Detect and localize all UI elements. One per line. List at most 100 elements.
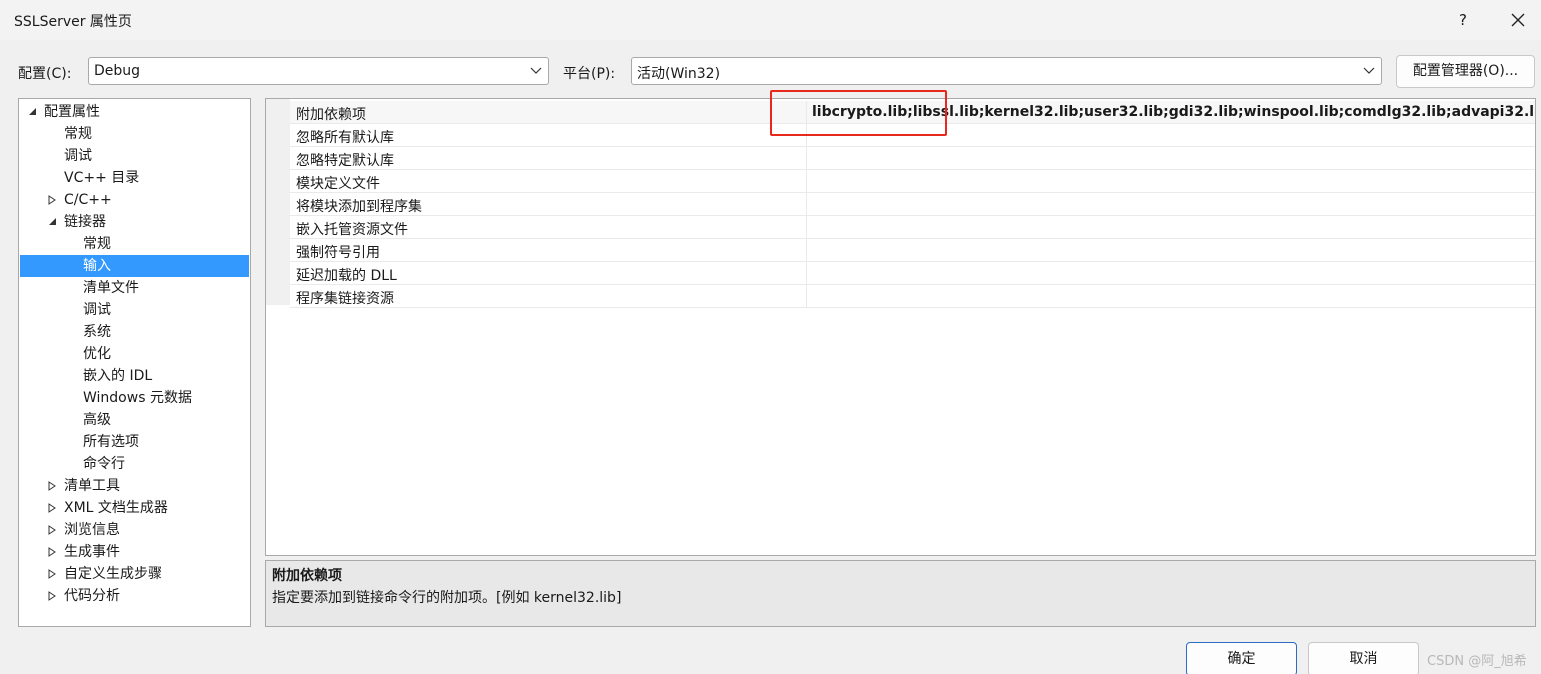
tree-item-embedded-idl[interactable]: 嵌入的 IDL	[20, 365, 249, 387]
collapsed-arrow-icon[interactable]	[47, 497, 59, 519]
tree-item-label: 系统	[83, 324, 111, 340]
tree-item-label: 嵌入的 IDL	[83, 368, 153, 384]
help-button[interactable]: ?	[1448, 6, 1478, 34]
tree-item-label: 自定义生成步骤	[64, 566, 162, 582]
tree-item-command-line[interactable]: 命令行	[20, 453, 249, 475]
property-name: 附加依赖项	[296, 107, 366, 123]
tree-item-code-analysis[interactable]: 代码分析	[20, 585, 249, 607]
platform-value: 活动(Win32)	[637, 66, 721, 82]
platform-dropdown[interactable]: 活动(Win32)	[631, 57, 1382, 85]
tree-item-label: 浏览信息	[64, 522, 120, 538]
property-row-delay-loaded-dlls[interactable]: 延迟加载的 DLL	[290, 262, 1535, 285]
collapsed-arrow-icon[interactable]	[47, 563, 59, 585]
config-dropdown[interactable]: Debug	[88, 57, 549, 85]
description-panel: 附加依赖项 指定要添加到链接命令行的附加项。[例如 kernel32.lib]	[265, 560, 1536, 627]
tree-item-vc-directories[interactable]: VC++ 目录	[20, 167, 249, 189]
tree-item-label: VC++ 目录	[64, 170, 140, 186]
tree-item-label: 常规	[83, 236, 111, 252]
property-name: 模块定义文件	[296, 176, 380, 192]
tree-item-c-cpp[interactable]: C/C++	[20, 189, 249, 211]
platform-label: 平台(P):	[563, 66, 616, 82]
config-label: 配置(C):	[18, 66, 72, 82]
property-grid: 附加依赖项 libcrypto.lib;libssl.lib;kernel32.…	[265, 98, 1536, 556]
property-row-embed-managed-resource[interactable]: 嵌入托管资源文件	[290, 216, 1535, 239]
tree-item-label: 清单文件	[83, 280, 139, 296]
property-name: 将模块添加到程序集	[296, 199, 422, 215]
tree-item-label: XML 文档生成器	[64, 500, 168, 516]
tree-item-xml-doc-generator[interactable]: XML 文档生成器	[20, 497, 249, 519]
chevron-down-icon	[530, 67, 542, 74]
property-name: 延迟加载的 DLL	[296, 268, 397, 284]
property-name: 忽略所有默认库	[296, 130, 394, 146]
tree-item-label: 调试	[83, 302, 111, 318]
property-value-field[interactable]	[806, 147, 1535, 170]
config-manager-button[interactable]: 配置管理器(O)...	[1396, 55, 1535, 88]
tree-item-label: 清单工具	[64, 478, 120, 494]
cancel-button[interactable]: 取消	[1308, 642, 1419, 674]
property-row-module-definition-file[interactable]: 模块定义文件	[290, 170, 1535, 193]
tree-item-label: 优化	[83, 346, 111, 362]
collapsed-arrow-icon[interactable]	[47, 475, 59, 497]
tree-item-debugging[interactable]: 调试	[20, 145, 249, 167]
tree-item-windows-metadata[interactable]: Windows 元数据	[20, 387, 249, 409]
expanded-arrow-icon[interactable]	[27, 101, 39, 123]
tree-item-label: 命令行	[83, 456, 125, 472]
property-row-assembly-link-resource[interactable]: 程序集链接资源	[290, 285, 1535, 308]
tree-item-label: 代码分析	[64, 588, 120, 604]
collapsed-arrow-icon[interactable]	[47, 541, 59, 563]
tree-item-label: 常规	[64, 126, 92, 142]
tree-item-browse-info[interactable]: 浏览信息	[20, 519, 249, 541]
description-text: 指定要添加到链接命令行的附加项。[例如 kernel32.lib]	[272, 590, 622, 606]
property-row-force-symbol-references[interactable]: 强制符号引用	[290, 239, 1535, 262]
collapsed-arrow-icon[interactable]	[47, 519, 59, 541]
grid-gutter	[266, 99, 290, 305]
tree-item-label: 生成事件	[64, 544, 120, 560]
property-value-field[interactable]	[806, 262, 1535, 285]
tree-item-label: 调试	[64, 148, 92, 164]
property-value-field[interactable]	[806, 193, 1535, 216]
tree-item-all-options[interactable]: 所有选项	[20, 431, 249, 453]
close-button[interactable]	[1503, 6, 1533, 34]
tree-item-label: 高级	[83, 412, 111, 428]
annotation-highlight-box	[770, 90, 947, 136]
tree-item-label: C/C++	[64, 192, 112, 208]
tree-item-label: 链接器	[64, 214, 106, 230]
tree-item-label: 所有选项	[83, 434, 139, 450]
property-name: 程序集链接资源	[296, 291, 394, 307]
tree-item-linker-input[interactable]: 输入	[20, 255, 249, 277]
tree-item-general[interactable]: 常规	[20, 123, 249, 145]
collapsed-arrow-icon[interactable]	[47, 189, 59, 211]
tree-item-build-events[interactable]: 生成事件	[20, 541, 249, 563]
tree-item-manifest-file[interactable]: 清单文件	[20, 277, 249, 299]
description-title: 附加依赖项	[272, 568, 342, 584]
tree-item-config-properties[interactable]: 配置属性	[20, 101, 249, 123]
property-tree: 配置属性 常规 调试 VC++ 目录 C/C++ 链接器 常规 输入 清单文件 …	[18, 98, 251, 627]
close-icon	[1511, 13, 1525, 27]
ok-button[interactable]: 确定	[1186, 642, 1297, 674]
watermark: CSDN @阿_旭希	[1427, 654, 1527, 669]
tree-item-label: Windows 元数据	[83, 390, 192, 406]
expanded-arrow-icon[interactable]	[47, 211, 59, 233]
tree-item-system[interactable]: 系统	[20, 321, 249, 343]
property-value-field[interactable]	[806, 170, 1535, 193]
property-row-ignore-specific-default-libs[interactable]: 忽略特定默认库	[290, 147, 1535, 170]
property-value-field[interactable]	[806, 239, 1535, 262]
tree-item-linker-debugging[interactable]: 调试	[20, 299, 249, 321]
property-row-add-module-to-assembly[interactable]: 将模块添加到程序集	[290, 193, 1535, 216]
window-title: SSLServer 属性页	[14, 14, 132, 30]
property-name: 强制符号引用	[296, 245, 380, 261]
config-value: Debug	[94, 63, 141, 79]
property-name: 嵌入托管资源文件	[296, 222, 408, 238]
tree-item-custom-build-step[interactable]: 自定义生成步骤	[20, 563, 249, 585]
tree-item-manifest-tool[interactable]: 清单工具	[20, 475, 249, 497]
tree-item-linker-general[interactable]: 常规	[20, 233, 249, 255]
property-value-field[interactable]	[806, 216, 1535, 239]
tree-item-optimization[interactable]: 优化	[20, 343, 249, 365]
property-value-field[interactable]	[806, 285, 1535, 308]
property-name: 忽略特定默认库	[296, 153, 394, 169]
tree-item-label: 配置属性	[44, 104, 100, 120]
collapsed-arrow-icon[interactable]	[47, 585, 59, 607]
tree-item-label: 输入	[83, 258, 111, 274]
tree-item-advanced[interactable]: 高级	[20, 409, 249, 431]
tree-item-linker[interactable]: 链接器	[20, 211, 249, 233]
